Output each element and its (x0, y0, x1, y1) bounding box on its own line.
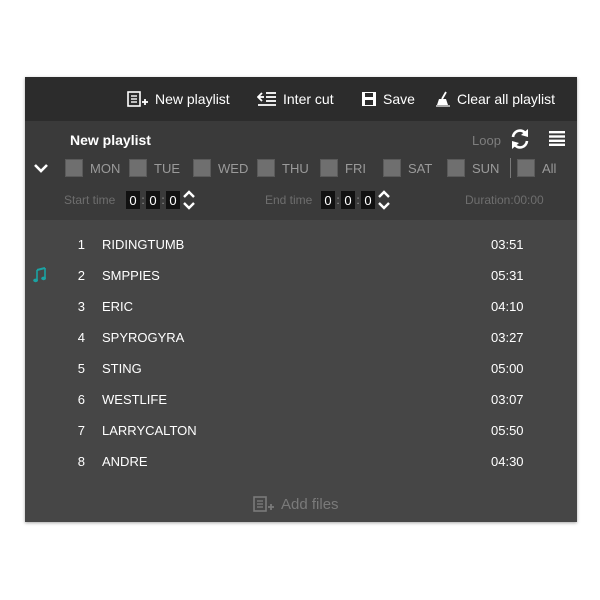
add-files-label: Add files (281, 495, 339, 513)
checkbox[interactable] (193, 159, 211, 177)
track-row[interactable]: 3 ERIC 04:10 (25, 292, 577, 323)
new-playlist-label: New playlist (155, 91, 230, 107)
start-time-minutes[interactable]: 0 (146, 191, 160, 209)
toolbar: New playlist Inter cut Save Clear all pl… (25, 77, 577, 121)
day-label: MON (90, 160, 121, 176)
chevron-down-icon[interactable] (33, 162, 49, 174)
track-duration: 05:31 (491, 268, 524, 283)
track-title: STING (102, 361, 142, 376)
day-checkbox-sat[interactable]: SAT (383, 158, 432, 178)
track-duration: 05:00 (491, 361, 524, 376)
day-checkbox-tue[interactable]: TUE (129, 158, 180, 178)
day-checkbox-thu[interactable]: THU (257, 158, 309, 178)
inter-cut-icon (257, 92, 276, 106)
playlist-panel: New playlist Inter cut Save Clear all pl… (25, 77, 577, 522)
checkbox[interactable] (129, 159, 147, 177)
track-duration: 03:07 (491, 392, 524, 407)
duration-readout: Duration:00:00 (465, 193, 544, 207)
track-number: 2 (77, 268, 85, 283)
add-files-icon (253, 496, 274, 512)
track-title: RIDINGTUMB (102, 237, 185, 252)
track-number: 5 (77, 361, 85, 376)
day-label: SAT (408, 160, 433, 176)
track-duration: 03:27 (491, 330, 524, 345)
save-button[interactable]: Save (361, 77, 415, 121)
checkbox[interactable] (257, 159, 275, 177)
inter-cut-label: Inter cut (283, 91, 334, 107)
track-row[interactable]: 7 LARRYCALTON 05:50 (25, 416, 577, 447)
end-time-minutes[interactable]: 0 (341, 191, 355, 209)
start-time-label: Start time (64, 193, 116, 207)
new-playlist-icon (127, 91, 148, 107)
checkbox[interactable] (447, 159, 465, 177)
track-row[interactable]: 4 SPYROGYRA 03:27 (25, 323, 577, 354)
inter-cut-button[interactable]: Inter cut (257, 77, 334, 121)
track-row[interactable]: 5 STING 05:00 (25, 354, 577, 385)
checkbox[interactable] (320, 159, 338, 177)
end-time-input[interactable]: 0 : 0 : 0 (321, 189, 391, 211)
checkbox[interactable] (517, 159, 535, 177)
start-time-hours[interactable]: 0 (126, 191, 140, 209)
day-label: All (542, 160, 557, 176)
track-title: LARRYCALTON (102, 423, 197, 438)
track-duration: 04:30 (491, 454, 524, 469)
track-row[interactable]: 6 WESTLIFE 03:07 (25, 385, 577, 416)
track-number: 8 (77, 454, 85, 469)
track-row[interactable]: 2 SMPPIES 05:31 (25, 261, 577, 292)
save-label: Save (383, 91, 415, 107)
end-time-label: End time (265, 193, 313, 207)
track-number: 6 (77, 392, 85, 407)
checkbox[interactable] (383, 159, 401, 177)
track-number: 4 (77, 330, 85, 345)
day-label: THU (282, 160, 309, 176)
day-label: FRI (345, 160, 366, 176)
track-title: SPYROGYRA (102, 330, 185, 345)
track-row[interactable]: 1 RIDINGTUMB 03:51 (25, 230, 577, 261)
clear-all-playlist-button[interactable]: Clear all playlist (435, 77, 555, 121)
day-label: SUN (472, 160, 500, 176)
day-checkbox-mon[interactable]: MON (65, 158, 120, 178)
loop-label: Loop (472, 133, 501, 148)
track-title: SMPPIES (102, 268, 160, 283)
track-number: 1 (77, 237, 85, 252)
playlist-header: New playlist Loop MON TUE WED THU FRI SA… (25, 121, 577, 220)
spinner-icon[interactable] (377, 190, 391, 210)
track-title: ANDRE (102, 454, 148, 469)
save-icon (362, 92, 376, 106)
loop-icon[interactable] (509, 128, 531, 150)
track-duration: 05:50 (491, 423, 524, 438)
end-time-hours[interactable]: 0 (321, 191, 335, 209)
start-time-seconds[interactable]: 0 (166, 191, 180, 209)
track-number: 7 (77, 423, 85, 438)
start-time-input[interactable]: 0 : 0 : 0 (126, 189, 196, 211)
track-duration: 04:10 (491, 299, 524, 314)
broom-icon (436, 91, 450, 107)
spinner-icon[interactable] (182, 190, 196, 210)
day-label: WED (218, 160, 249, 176)
checkbox[interactable] (65, 159, 83, 177)
day-separator (510, 158, 511, 178)
track-title: WESTLIFE (102, 392, 168, 407)
track-row[interactable]: 8 ANDRE 04:30 (25, 447, 577, 478)
day-checkbox-sun[interactable]: SUN (447, 158, 499, 178)
day-checkbox-wed[interactable]: WED (193, 158, 248, 178)
track-title: ERIC (102, 299, 134, 314)
day-label: TUE (154, 160, 180, 176)
day-checkbox-fri[interactable]: FRI (320, 158, 366, 178)
track-number: 3 (77, 299, 85, 314)
music-note-icon (33, 267, 46, 283)
add-files-button[interactable]: Add files (253, 493, 339, 515)
clear-all-playlist-label: Clear all playlist (457, 91, 556, 107)
playlist-title: New playlist (70, 132, 151, 148)
menu-icon[interactable] (549, 130, 565, 146)
day-checkbox-all[interactable]: All (517, 158, 556, 178)
end-time-seconds[interactable]: 0 (361, 191, 375, 209)
new-playlist-button[interactable]: New playlist (127, 77, 230, 121)
track-duration: 03:51 (491, 237, 524, 252)
